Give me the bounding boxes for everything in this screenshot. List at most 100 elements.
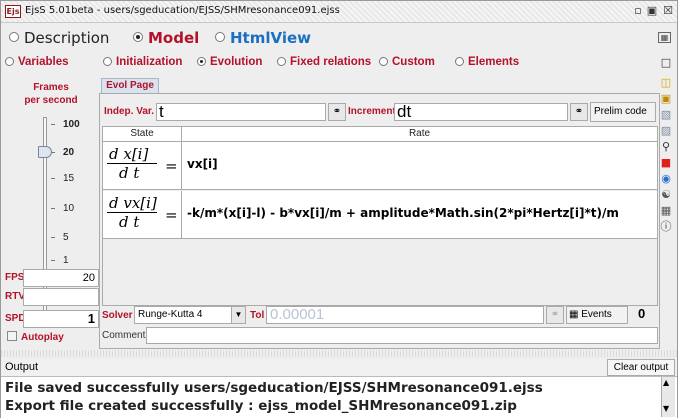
output-title: Output <box>5 361 39 373</box>
events-button[interactable]: ▦ Events <box>566 306 628 324</box>
table-header: State Rate <box>103 127 657 142</box>
scroll-up-icon[interactable]: ▲ <box>663 378 669 387</box>
close-icon[interactable]: ☒ <box>661 4 675 18</box>
radio-icon <box>9 32 19 42</box>
grid-view-icon[interactable]: ▦ <box>658 32 671 43</box>
tab-fixed-relations-label: Fixed relations <box>290 56 372 68</box>
state-derivative: d x[i] d t = <box>107 145 178 182</box>
increment-field[interactable]: dt <box>394 103 568 121</box>
open-examples-icon[interactable]: ▣ <box>659 92 673 105</box>
output-line: File saved successfully users/sgeducatio… <box>5 380 543 396</box>
tab-variables-label: Variables <box>18 56 69 68</box>
chevron-down-icon[interactable]: ▼ <box>231 307 245 323</box>
slider-tick <box>51 237 55 238</box>
derivative-numerator: d x[i] <box>107 145 157 164</box>
radio-selected-icon <box>197 57 206 66</box>
fps-field[interactable]: 20 <box>23 269 99 287</box>
solver-select[interactable]: Runge-Kutta 4 ▼ <box>134 306 246 324</box>
spd-field[interactable]: 1 <box>23 310 99 328</box>
slider-tick <box>51 260 55 261</box>
slider-tick <box>51 152 55 153</box>
tab-variables[interactable]: Variables <box>5 56 69 68</box>
slider-tick-label: 100 <box>63 119 80 130</box>
tab-fixed-relations[interactable]: Fixed relations <box>277 56 371 68</box>
table-row[interactable]: d vx[i] d t = -k/m*(x[i]-l) - b*vx[i]/m … <box>103 191 657 239</box>
settings-icon[interactable]: ▦ <box>659 204 673 217</box>
radio-icon <box>277 57 286 66</box>
per-second-label: per second <box>24 95 78 106</box>
tolerance-label: Tol <box>250 310 265 321</box>
slider-tick-label: 1 <box>63 255 69 266</box>
rate-expression[interactable]: -k/m*(x[i]-l) - b*vx[i]/m + amplitude*Ma… <box>187 206 619 220</box>
split-divider[interactable] <box>1 350 677 357</box>
ode-table: State Rate d x[i] d t = vx[i] d vx[i] d … <box>102 126 658 306</box>
tab-elements-label: Elements <box>468 56 520 68</box>
events-label: Events <box>581 309 612 320</box>
scroll-down-icon[interactable]: ▼ <box>663 404 669 413</box>
open-folder-icon[interactable]: ◫ <box>659 76 673 89</box>
spd-row: SPD 1 <box>3 310 99 328</box>
radio-icon <box>5 57 14 66</box>
output-area[interactable]: File saved successfully users/sgeducatio… <box>1 377 677 418</box>
comment-field[interactable] <box>146 327 658 344</box>
slider-tick-label: 15 <box>63 173 75 184</box>
tab-evolution[interactable]: Evolution <box>197 56 262 68</box>
derivative-numerator: d vx[i] <box>107 194 157 213</box>
column-divider <box>181 191 182 239</box>
right-toolbar: □ ◫ ▣ ▧ ▨ ⚲ ■ ◉ ☯ ▦ ⓘ <box>659 56 675 256</box>
output-line: Export file created successfully : ejss_… <box>5 398 517 414</box>
link-tolerance-icon[interactable]: ⚭ <box>546 306 564 324</box>
state-column-header: State <box>130 128 154 139</box>
link-indep-var-icon[interactable]: ⚭ <box>328 103 346 121</box>
derivative-denominator: d t <box>119 213 140 231</box>
tab-htmlview[interactable]: HtmlView <box>215 29 311 47</box>
rtv-field[interactable] <box>23 288 99 306</box>
new-file-icon[interactable]: □ <box>659 56 673 69</box>
radio-icon <box>379 57 388 66</box>
save-icon[interactable]: ▧ <box>659 108 673 121</box>
tab-initialization[interactable]: Initialization <box>103 56 182 68</box>
globe-icon[interactable]: ◉ <box>659 172 673 185</box>
translate-icon[interactable]: ☯ <box>659 188 673 201</box>
rate-column-header: Rate <box>408 128 431 139</box>
minimize-icon[interactable]: ▫ <box>631 4 645 18</box>
fps-slider-thumb[interactable] <box>38 146 52 158</box>
equals-sign: = <box>165 157 178 175</box>
output-header: Output Clear output <box>1 359 677 377</box>
tab-elements[interactable]: Elements <box>455 56 519 68</box>
rtv-row: RTV <box>3 288 99 306</box>
info-icon[interactable]: ⓘ <box>659 220 673 233</box>
link-increment-icon[interactable]: ⚭ <box>570 103 588 121</box>
tab-model[interactable]: Model <box>133 29 199 47</box>
radio-selected-icon <box>133 32 143 42</box>
prelim-code-button[interactable]: Prelim code <box>590 102 656 122</box>
table-row[interactable]: d x[i] d t = vx[i] <box>103 142 657 190</box>
solver-label: Solver <box>102 310 133 321</box>
fps-label: FPS <box>5 272 25 283</box>
clear-output-button[interactable]: Clear output <box>607 359 675 376</box>
tab-custom[interactable]: Custom <box>379 56 435 68</box>
fps-row: FPS 20 <box>3 269 99 287</box>
equals-sign: = <box>165 206 178 224</box>
radio-icon <box>215 32 225 42</box>
tolerance-field[interactable]: 0.00001 <box>266 306 544 324</box>
output-scrollbar[interactable]: ▲ ▼ <box>661 377 675 417</box>
slider-tick <box>51 208 55 209</box>
run-icon[interactable]: ■ <box>659 156 673 169</box>
column-divider <box>181 142 182 190</box>
rate-expression[interactable]: vx[i] <box>187 157 218 171</box>
events-count: 0 <box>638 306 646 321</box>
indep-var-label: Indep. Var. <box>104 106 155 117</box>
radio-icon <box>103 57 112 66</box>
search-icon[interactable]: ⚲ <box>659 140 673 153</box>
slider-tick-label: 5 <box>63 232 69 243</box>
maximize-icon[interactable]: ▣ <box>645 4 659 18</box>
main-tabs: Description Model HtmlView ▦ <box>1 24 677 52</box>
autoplay-checkbox[interactable]: Autoplay <box>7 331 64 343</box>
indep-var-field[interactable]: t <box>156 103 326 121</box>
tab-evolution-label: Evolution <box>210 56 263 68</box>
tab-description[interactable]: Description <box>9 29 109 47</box>
tab-htmlview-label: HtmlView <box>230 29 312 47</box>
tab-evol-page[interactable]: Evol Page <box>101 78 159 94</box>
save-as-icon[interactable]: ▨ <box>659 124 673 137</box>
